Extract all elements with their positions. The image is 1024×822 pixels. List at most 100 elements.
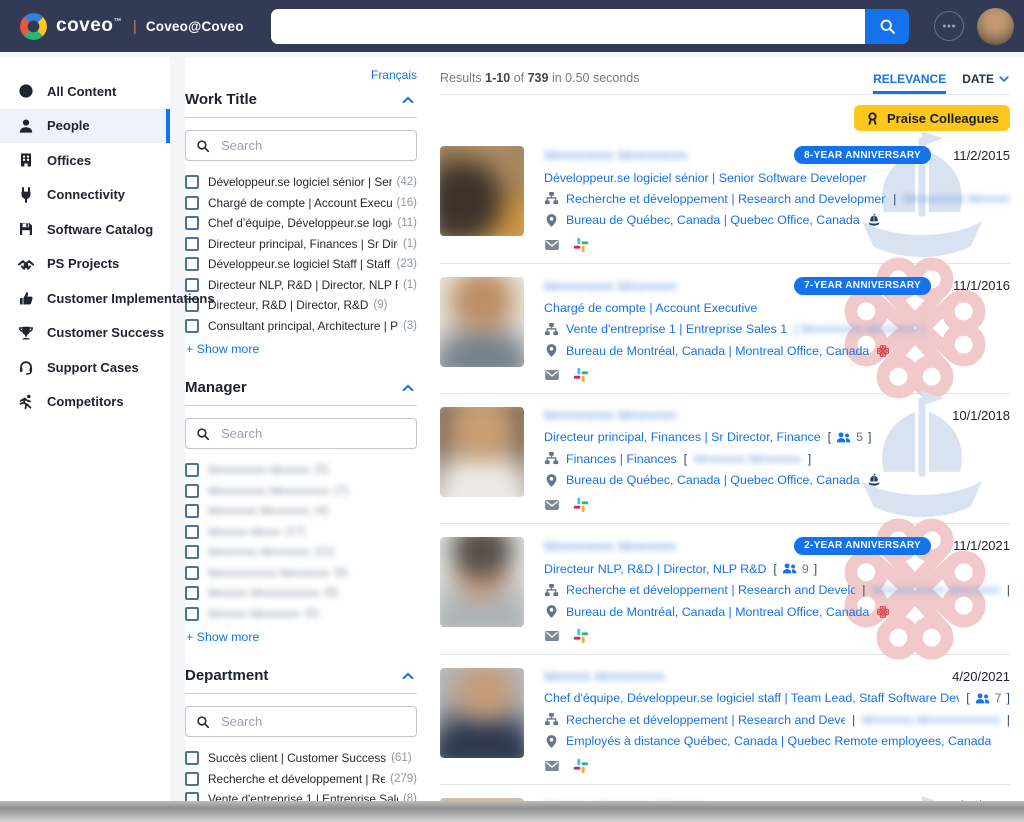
slack-icon[interactable] <box>573 628 589 644</box>
more-options-button[interactable] <box>934 11 964 41</box>
person-title-link[interactable]: Chargé de compte | Account Executive <box>544 301 757 315</box>
facet-item[interactable]: Mmmmm Mmmmm(11) <box>185 542 417 563</box>
sort-relevance-tab[interactable]: RELEVANCE <box>873 72 946 94</box>
slack-icon[interactable] <box>573 367 589 383</box>
sidebar-item-customer-success[interactable]: Customer Success <box>0 316 170 351</box>
facet-item[interactable]: Mmmmm Mmmmm(4) <box>185 501 417 522</box>
manager-name-redacted[interactable]: Mmmmmmm Mmmmm <box>872 583 999 597</box>
person-name-link-redacted[interactable]: Mmmmmm Mmmmm <box>544 538 676 554</box>
facet-search-box[interactable] <box>185 706 417 737</box>
checkbox[interactable] <box>185 772 199 786</box>
facet-header[interactable]: Department <box>185 667 417 694</box>
facet-item[interactable]: Mmmmmm Mmmm(5) <box>185 460 417 481</box>
person-photo-blurred[interactable] <box>440 407 524 497</box>
language-link[interactable]: Français <box>185 68 417 82</box>
location-link[interactable]: Bureau de Québec, Canada | Quebec Office… <box>566 473 860 487</box>
facet-item[interactable]: Mmmmmm Mmmmmm(7) <box>185 481 417 502</box>
department-link[interactable]: Recherche et développement | Research an… <box>566 713 845 727</box>
sidebar-item-support-cases[interactable]: Support Cases <box>0 350 170 385</box>
facet-item[interactable]: Développeur.se logiciel sénior | Seni...… <box>185 172 417 193</box>
praise-colleagues-button[interactable]: Praise Colleagues <box>854 105 1010 131</box>
facet-search-box[interactable] <box>185 418 417 449</box>
email-icon[interactable] <box>544 758 560 774</box>
facet-item[interactable]: Chargé de compte | Account Executive(16) <box>185 193 417 214</box>
checkbox[interactable] <box>185 545 199 559</box>
sidebar-item-ps-projects[interactable]: PS Projects <box>0 247 170 282</box>
manager-name-redacted[interactable]: Mmmmm Mmmmm <box>694 452 801 466</box>
facet-item[interactable]: Mmmm Mmmmm(5) <box>185 604 417 625</box>
person-photo-blurred[interactable] <box>440 668 524 758</box>
location-link[interactable]: Bureau de Montréal, Canada | Montreal Of… <box>566 605 869 619</box>
facet-item[interactable]: Mmmmmmm Mmmmm(6) <box>185 563 417 584</box>
sidebar-item-all-content[interactable]: All Content <box>0 74 170 109</box>
person-name-link-redacted[interactable]: Mmmmmm Mmmmmm <box>544 147 688 163</box>
search-input[interactable] <box>271 9 865 44</box>
checkbox[interactable] <box>185 525 199 539</box>
facet-item[interactable]: Consultant principal, Architecture | Pr.… <box>185 316 417 337</box>
checkbox[interactable] <box>185 257 199 271</box>
person-title-link[interactable]: Directeur principal, Finances | Sr Direc… <box>544 430 821 444</box>
checkbox[interactable] <box>185 463 199 477</box>
email-icon[interactable] <box>544 497 560 513</box>
email-icon[interactable] <box>544 237 560 253</box>
slack-icon[interactable] <box>573 758 589 774</box>
sidebar-item-customer-implementations[interactable]: Customer Implementations <box>0 281 170 316</box>
sidebar-item-offices[interactable]: Offices <box>0 143 170 178</box>
person-title-link[interactable]: Développeur.se logiciel sénior | Senior … <box>544 171 867 185</box>
slack-icon[interactable] <box>573 497 589 513</box>
facet-header[interactable]: Work Title <box>185 91 417 118</box>
checkbox[interactable] <box>185 196 199 210</box>
checkbox[interactable] <box>185 586 199 600</box>
location-link[interactable]: Bureau de Québec, Canada | Quebec Office… <box>566 213 860 227</box>
email-icon[interactable] <box>544 367 560 383</box>
facet-item[interactable]: Directeur, R&D | Director, R&D(9) <box>185 295 417 316</box>
facet-item[interactable]: Directeur principal, Finances | Sr Direc… <box>185 234 417 255</box>
person-photo-blurred[interactable] <box>440 277 524 367</box>
facet-search-input[interactable] <box>219 713 406 730</box>
checkbox[interactable] <box>185 278 199 292</box>
facet-item[interactable]: Chef d’équipe, Développeur.se logic...(1… <box>185 213 417 234</box>
checkbox[interactable] <box>185 319 199 333</box>
person-name-link-redacted[interactable]: Mmmm Mmmmmm <box>544 668 665 684</box>
checkbox[interactable] <box>185 484 199 498</box>
facet-item[interactable]: Succès client | Customer Success(61) <box>185 748 417 769</box>
slack-icon[interactable] <box>573 237 589 253</box>
location-link[interactable]: Bureau de Montréal, Canada | Montreal Of… <box>566 344 869 358</box>
department-link[interactable]: Recherche et développement | Research an… <box>566 583 855 597</box>
sidebar-item-connectivity[interactable]: Connectivity <box>0 178 170 213</box>
checkbox[interactable] <box>185 175 199 189</box>
manager-name-redacted[interactable]: [ Mmmmmm Mmmmm ] <box>794 322 925 336</box>
department-link[interactable]: Vente d'entreprise 1 | Entreprise Sales … <box>566 322 787 336</box>
checkbox[interactable] <box>185 607 199 621</box>
user-avatar[interactable] <box>977 8 1014 45</box>
person-photo-blurred[interactable] <box>440 146 524 236</box>
facet-item[interactable]: Mmmm Mmm(17) <box>185 522 417 543</box>
show-more-link[interactable]: + Show more <box>186 630 259 644</box>
chevron-up-icon[interactable] <box>401 381 415 395</box>
facet-item[interactable]: Recherche et développement | Res...(279) <box>185 769 417 790</box>
facet-item[interactable]: Mmmm Mmmmmmm(6) <box>185 583 417 604</box>
checkbox[interactable] <box>185 566 199 580</box>
email-icon[interactable] <box>544 628 560 644</box>
sort-date-tab[interactable]: DATE <box>962 72 1010 94</box>
checkbox[interactable] <box>185 751 199 765</box>
checkbox[interactable] <box>185 216 199 230</box>
facet-search-input[interactable] <box>219 425 406 442</box>
checkbox[interactable] <box>185 237 199 251</box>
sidebar-item-people[interactable]: People <box>0 109 170 144</box>
manager-name-redacted[interactable]: Mmmmm Mmmmmmmm <box>862 713 1000 727</box>
facet-item[interactable]: Directeur NLP, R&D | Director, NLP R&D(1… <box>185 275 417 296</box>
search-button[interactable] <box>865 9 909 44</box>
manager-name-redacted[interactable]: Mmmmmm Mmmm <box>903 192 1010 206</box>
chevron-up-icon[interactable] <box>401 93 415 107</box>
facet-search-input[interactable] <box>219 137 406 154</box>
person-title-link[interactable]: Chef d'équipe, Développeur.se logiciel s… <box>544 691 959 705</box>
sidebar-item-competitors[interactable]: Competitors <box>0 385 170 420</box>
show-more-link[interactable]: + Show more <box>186 342 259 356</box>
person-photo-blurred[interactable] <box>440 537 524 627</box>
sidebar-item-software-catalog[interactable]: Software Catalog <box>0 212 170 247</box>
department-link[interactable]: Recherche et développement | Research an… <box>566 192 886 206</box>
department-link[interactable]: Finances | Finances <box>566 452 677 466</box>
person-name-link-redacted[interactable]: Mmmmmm Mmmmm <box>544 278 676 294</box>
person-name-link-redacted[interactable]: Mmmmmm Mmmmm <box>544 407 676 423</box>
